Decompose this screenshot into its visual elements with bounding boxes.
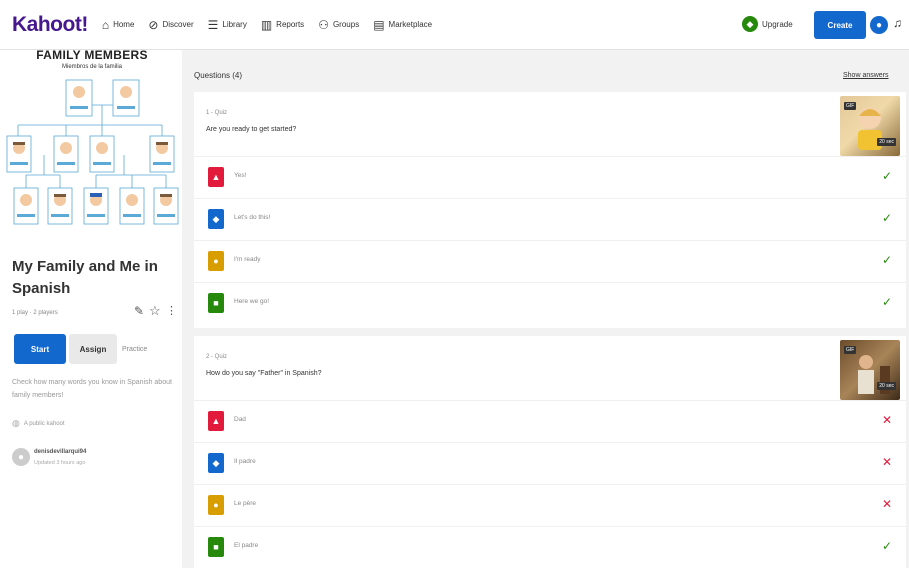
question-card[interactable]: 1 - Quiz Are you ready to get started? G…	[194, 92, 906, 328]
incorrect-x-icon: ✕	[882, 455, 893, 469]
nav-label: Library	[222, 20, 247, 29]
question-gif-thumbnail: GIF 20 sec	[840, 340, 900, 400]
diamond-icon: ◆	[208, 209, 224, 229]
nav-label: Marketplace	[388, 20, 433, 29]
updated-time: Updated 3 hours ago	[34, 460, 86, 466]
incorrect-x-icon: ✕	[882, 413, 893, 427]
circle-icon: ●	[208, 495, 224, 515]
question-text: How do you say "Father" in Spanish?	[206, 370, 322, 377]
diamond-icon: ◆	[208, 453, 224, 473]
nav-marketplace[interactable]: ▤ Marketplace	[373, 19, 432, 31]
nav-discover[interactable]: ⊘ Discover	[148, 19, 193, 31]
answer-text: Let's do this!	[234, 214, 271, 221]
upgrade-label: Upgrade	[762, 19, 793, 29]
circle-icon: ●	[208, 251, 224, 271]
family-tree-diagram	[6, 79, 179, 225]
assign-button[interactable]: Assign	[69, 334, 117, 364]
visibility-info: ◍ A public kahoot	[12, 418, 65, 429]
correct-check-icon: ✓	[882, 211, 893, 225]
answer-text: Il padre	[234, 458, 256, 465]
triangle-icon: ▲	[208, 411, 224, 431]
answer-row: ◆ Let's do this! ✓	[194, 198, 906, 240]
correct-check-icon: ✓	[882, 539, 893, 553]
bell-icon[interactable]: ♫	[893, 16, 902, 30]
nav-label: Groups	[332, 20, 360, 29]
play-stats: 1 play · 2 players	[12, 310, 58, 316]
edit-icon[interactable]: ✎	[134, 304, 144, 318]
nav-reports[interactable]: ▥ Reports	[261, 19, 304, 31]
nav-label: Reports	[276, 20, 305, 29]
answer-text: Dad	[234, 416, 246, 423]
visibility-label: A public kahoot	[23, 420, 65, 427]
diamond-icon: ◆	[742, 16, 758, 32]
correct-check-icon: ✓	[882, 169, 893, 183]
question-card[interactable]: 2 - Quiz How do you say "Father" in Span…	[194, 336, 906, 568]
nav-label: Home	[113, 20, 135, 29]
gif-badge: GIF	[844, 102, 857, 110]
kahoot-description: Check how many words you know in Spanish…	[12, 379, 172, 399]
triangle-icon: ▲	[208, 167, 224, 187]
answer-row: ◆ Il padre ✕	[194, 442, 906, 484]
practice-link[interactable]: Practice	[122, 346, 147, 353]
kahoot-logo[interactable]: Kahoot!	[12, 13, 88, 37]
answer-text: El padre	[234, 542, 259, 549]
answer-text: Le père	[234, 500, 257, 507]
show-answers-toggle[interactable]: Show answers	[843, 72, 889, 79]
bar-chart-icon: ▥	[260, 17, 273, 32]
family-tree-image: FAMILY MEMBERS Miembros de la familia	[4, 48, 180, 236]
correct-check-icon: ✓	[882, 295, 893, 309]
answer-row: ▲ Yes! ✓	[194, 156, 906, 198]
create-button[interactable]: Create	[814, 11, 866, 39]
creator-avatar-icon[interactable]: ●	[12, 448, 30, 466]
incorrect-x-icon: ✕	[882, 497, 893, 511]
more-options-icon[interactable]: ⋮	[166, 304, 177, 317]
start-button[interactable]: Start	[14, 334, 66, 364]
time-limit-badge: 20 sec	[877, 382, 896, 390]
store-icon: ▤	[373, 17, 385, 32]
globe-icon: ◍	[12, 418, 20, 428]
question-header: 1 - Quiz Are you ready to get started? G…	[194, 92, 906, 156]
creator-name[interactable]: denisdevillarqui94	[34, 449, 86, 455]
answer-row: ▲ Dad ✕	[194, 400, 906, 442]
top-navigation-bar: Kahoot! ⌂ Home ⊘ Discover ☰ Library ▥ Re…	[0, 0, 909, 50]
groups-icon: ⚇	[318, 17, 329, 32]
answer-text: I'm ready	[234, 256, 261, 263]
square-icon: ■	[208, 537, 224, 557]
kahoot-details-panel: FAMILY MEMBERS Miembros de la familia My…	[0, 48, 182, 568]
nav-label: Discover	[162, 20, 194, 29]
question-number: 2 - Quiz	[206, 354, 228, 360]
nav-home[interactable]: ⌂ Home	[102, 19, 135, 31]
question-text: Are you ready to get started?	[206, 126, 297, 133]
home-icon: ⌂	[101, 17, 110, 32]
nav-groups[interactable]: ⚇ Groups	[318, 19, 359, 31]
time-limit-badge: 20 sec	[877, 138, 896, 146]
question-header: 2 - Quiz How do you say "Father" in Span…	[194, 336, 906, 400]
nav-library[interactable]: ☰ Library	[208, 19, 247, 31]
favorite-star-icon[interactable]: ☆	[149, 303, 161, 319]
answer-row: ■ El padre ✓	[194, 526, 906, 568]
kahoot-title: My Family and Me in Spanish	[12, 258, 158, 297]
answer-text: Yes!	[234, 172, 247, 179]
main-nav: ⌂ Home ⊘ Discover ☰ Library ▥ Reports ⚇ …	[102, 19, 446, 31]
square-icon: ■	[208, 293, 224, 313]
user-avatar-icon[interactable]: ●	[870, 16, 888, 34]
upgrade-button[interactable]: ◆ Upgrade	[742, 16, 793, 32]
question-gif-thumbnail: GIF 20 sec	[840, 96, 900, 156]
answer-row: ● I'm ready ✓	[194, 240, 906, 282]
answer-text: Here we go!	[234, 298, 270, 305]
list-icon: ☰	[207, 17, 219, 32]
correct-check-icon: ✓	[882, 253, 893, 267]
questions-count: Questions (4)	[194, 71, 243, 80]
question-number: 1 - Quiz	[206, 110, 228, 116]
answer-row: ■ Here we go! ✓	[194, 282, 906, 324]
compass-icon: ⊘	[148, 17, 159, 32]
answer-row: ● Le père ✕	[194, 484, 906, 526]
gif-badge: GIF	[844, 346, 857, 354]
